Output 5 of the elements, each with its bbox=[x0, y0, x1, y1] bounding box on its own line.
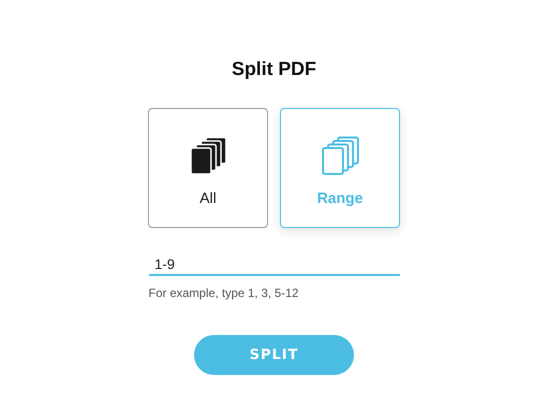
hint-text: For example, type 1, 3, 5-12 bbox=[148, 286, 300, 300]
page-title: Split PDF bbox=[232, 58, 316, 82]
option-card[interactable]: All bbox=[148, 108, 268, 228]
pages-stack-icon bbox=[189, 136, 227, 176]
pages-stack-icon bbox=[321, 136, 359, 176]
